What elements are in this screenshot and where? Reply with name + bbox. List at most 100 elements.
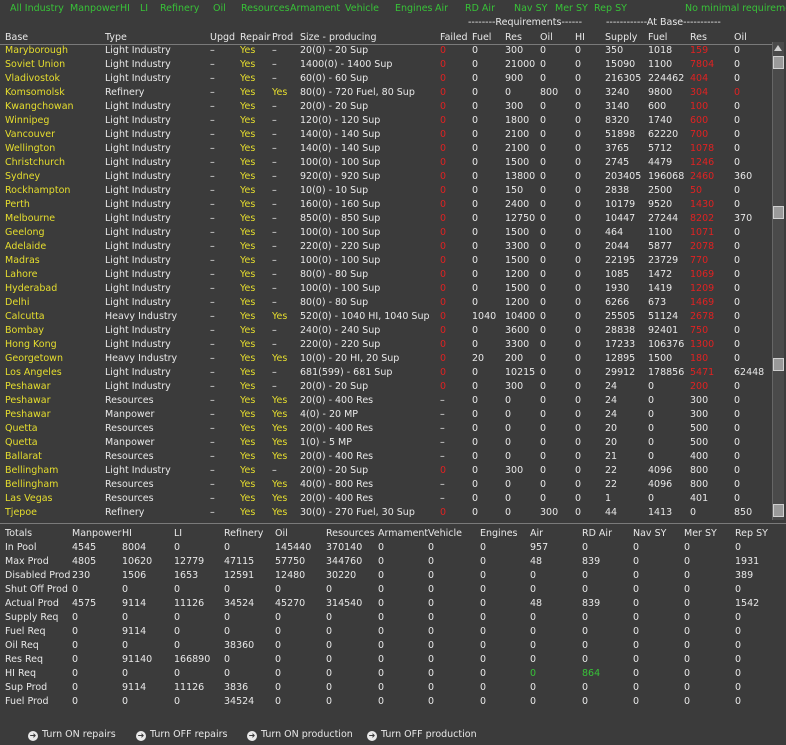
- table-row[interactable]: Hong Kong Light Industry – Yes – 220(0) - 220…: [0, 339, 772, 353]
- scroll-thumb-low[interactable]: [773, 358, 784, 371]
- cell-base[interactable]: Wellington: [5, 143, 55, 154]
- column-header-oil[interactable]: Oil: [734, 32, 747, 43]
- table-row[interactable]: Las Vegas Resources – Yes Yes 20(0) - 400 Res…: [0, 493, 772, 507]
- cell-base[interactable]: Hong Kong: [5, 339, 57, 350]
- filter-rd-air[interactable]: RD Air: [465, 3, 495, 14]
- cell-base[interactable]: Geelong: [5, 227, 45, 238]
- table-row[interactable]: Soviet Union Light Industry – Yes – 1400(0) -…: [0, 59, 772, 73]
- cell-base[interactable]: Adelaide: [5, 241, 46, 252]
- table-row[interactable]: Perth Light Industry – Yes – 160(0) - 160 Sup…: [0, 199, 772, 213]
- cell-base[interactable]: Quetta: [5, 437, 38, 448]
- filter-hi[interactable]: HI: [120, 3, 130, 14]
- cell-base[interactable]: Peshawar: [5, 381, 51, 392]
- table-row[interactable]: Hyderabad Light Industry – Yes – 100(0) - 100…: [0, 283, 772, 297]
- filter-resources[interactable]: Resources: [241, 3, 290, 14]
- cell-base[interactable]: Bombay: [5, 325, 44, 336]
- table-row[interactable]: Melbourne Light Industry – Yes – 850(0) - 850…: [0, 213, 772, 227]
- table-row[interactable]: Quetta Manpower – Yes Yes 1(0) - 5 MP – 0 0 0 0 20 0…: [0, 437, 772, 451]
- table-row[interactable]: Ballarat Resources – Yes Yes 20(0) - 400 Res –…: [0, 451, 772, 465]
- cell-base[interactable]: Hyderabad: [5, 283, 57, 294]
- column-header-base[interactable]: Base: [5, 32, 28, 43]
- cell-base[interactable]: Kwangchowan: [5, 101, 74, 112]
- cell-base[interactable]: Ballarat: [5, 451, 42, 462]
- filter-li[interactable]: LI: [140, 3, 148, 14]
- filter-all-industry[interactable]: All Industry: [10, 3, 64, 14]
- table-row[interactable]: Bellingham Resources – Yes Yes 40(0) - 800 Re…: [0, 479, 772, 493]
- table-row[interactable]: Winnipeg Light Industry – Yes – 120(0) - 120 …: [0, 115, 772, 129]
- filter-oil[interactable]: Oil: [213, 3, 226, 14]
- cell-base[interactable]: Delhi: [5, 297, 29, 308]
- column-header-repair[interactable]: Repair: [240, 32, 270, 43]
- table-row[interactable]: Madras Light Industry – Yes – 100(0) - 100 Su…: [0, 255, 772, 269]
- cell-base[interactable]: Perth: [5, 199, 30, 210]
- footer-button-turn-on-production[interactable]: ➜ Turn ON production: [247, 729, 353, 741]
- cell-base[interactable]: Madras: [5, 255, 40, 266]
- table-row[interactable]: Tjepoe Refinery – Yes Yes 30(0) - 270 Fuel, 3…: [0, 507, 772, 521]
- scroll-thumb-mid[interactable]: [773, 206, 784, 219]
- column-header-supply[interactable]: Supply: [605, 32, 637, 43]
- cell-base[interactable]: Peshawar: [5, 395, 51, 406]
- table-row[interactable]: Lahore Light Industry – Yes – 80(0) - 80 Sup 0…: [0, 269, 772, 283]
- table-row[interactable]: Delhi Light Industry – Yes – 80(0) - 80 Sup 0 0…: [0, 297, 772, 311]
- cell-base[interactable]: Komsomolsk: [5, 87, 65, 98]
- column-header-oil[interactable]: Oil: [540, 32, 553, 43]
- scroll-thumb-bottom[interactable]: [773, 504, 784, 517]
- table-row[interactable]: Los Angeles Light Industry – Yes – 681(599) -…: [0, 367, 772, 381]
- table-row[interactable]: Sydney Light Industry – Yes – 920(0) - 920 Su…: [0, 171, 772, 185]
- cell-base[interactable]: Rockhampton: [5, 185, 70, 196]
- table-row[interactable]: Kwangchowan Light Industry – Yes – 20(0) - 20…: [0, 101, 772, 115]
- cell-base[interactable]: Melbourne: [5, 213, 55, 224]
- cell-base[interactable]: Peshawar: [5, 409, 51, 420]
- cell-base[interactable]: Quetta: [5, 423, 38, 434]
- cell-base[interactable]: Bellingham: [5, 479, 58, 490]
- cell-base[interactable]: Sydney: [5, 171, 40, 182]
- table-row[interactable]: Vancouver Light Industry – Yes – 140(0) - 140…: [0, 129, 772, 143]
- cell-base[interactable]: Tjepoe: [5, 507, 37, 518]
- filter-rep-sy[interactable]: Rep SY: [594, 3, 627, 14]
- footer-button-turn-on-repairs[interactable]: ➜ Turn ON repairs: [28, 729, 116, 741]
- cell-base[interactable]: Los Angeles: [5, 367, 62, 378]
- cell-base[interactable]: Bellingham: [5, 465, 58, 476]
- scroll-up-icon[interactable]: [774, 45, 782, 51]
- filter-nav-sy[interactable]: Nav SY: [514, 3, 547, 14]
- table-row[interactable]: Vladivostok Light Industry – Yes – 60(0) - 60…: [0, 73, 772, 87]
- column-header-hi[interactable]: HI: [575, 32, 585, 43]
- filter-manpower[interactable]: Manpower: [70, 3, 119, 14]
- column-header-upgd[interactable]: Upgd: [210, 32, 235, 43]
- cell-base[interactable]: Georgetown: [5, 353, 63, 364]
- column-header-fuel[interactable]: Fuel: [472, 32, 491, 43]
- cell-base[interactable]: Maryborough: [5, 45, 68, 56]
- table-row[interactable]: Adelaide Light Industry – Yes – 220(0) - 220 …: [0, 241, 772, 255]
- filter-armament[interactable]: Armament: [290, 3, 340, 14]
- column-header-res[interactable]: Res: [690, 32, 707, 43]
- table-row[interactable]: Georgetown Heavy Industry – Yes Yes 10(0) - 2…: [0, 353, 772, 367]
- table-row[interactable]: Peshawar Manpower – Yes Yes 4(0) - 20 MP – 0 0 0 0…: [0, 409, 772, 423]
- filter-vehicle[interactable]: Vehicle: [345, 3, 379, 14]
- table-row[interactable]: Quetta Resources – Yes Yes 20(0) - 400 Res – 0 0…: [0, 423, 772, 437]
- table-row[interactable]: Bombay Light Industry – Yes – 240(0) - 240 Su…: [0, 325, 772, 339]
- filter-refinery[interactable]: Refinery: [160, 3, 199, 14]
- footer-button-turn-off-production[interactable]: ➜ Turn OFF production: [367, 729, 477, 741]
- table-row[interactable]: Bellingham Light Industry – Yes – 20(0) - 20 …: [0, 465, 772, 479]
- cell-base[interactable]: Vancouver: [5, 129, 55, 140]
- table-row[interactable]: Maryborough Light Industry – Yes – 20(0) - 20…: [0, 45, 772, 59]
- column-header-fuel[interactable]: Fuel: [648, 32, 667, 43]
- filter-air[interactable]: Air: [435, 3, 448, 14]
- table-row[interactable]: Wellington Light Industry – Yes – 140(0) - 14…: [0, 143, 772, 157]
- cell-base[interactable]: Las Vegas: [5, 493, 53, 504]
- cell-base[interactable]: Soviet Union: [5, 59, 65, 70]
- table-row[interactable]: Geelong Light Industry – Yes – 100(0) - 100 S…: [0, 227, 772, 241]
- table-row[interactable]: Christchurch Light Industry – Yes – 100(0) - …: [0, 157, 772, 171]
- cell-base[interactable]: Lahore: [5, 269, 38, 280]
- filter-no-minimal-requirement[interactable]: No minimal requirement: [685, 3, 786, 14]
- table-row[interactable]: Komsomolsk Refinery – Yes Yes 80(0) - 720 Fue…: [0, 87, 772, 101]
- column-header-failed[interactable]: Failed: [440, 32, 468, 43]
- cell-base[interactable]: Christchurch: [5, 157, 65, 168]
- cell-base[interactable]: Vladivostok: [5, 73, 60, 84]
- table-row[interactable]: Peshawar Resources – Yes Yes 20(0) - 400 Res –…: [0, 395, 772, 409]
- scroll-thumb-top[interactable]: [773, 56, 784, 69]
- footer-button-turn-off-repairs[interactable]: ➜ Turn OFF repairs: [136, 729, 227, 741]
- vertical-scrollbar[interactable]: [772, 42, 784, 520]
- table-row[interactable]: Calcutta Heavy Industry – Yes Yes 520(0) - 10…: [0, 311, 772, 325]
- filter-mer-sy[interactable]: Mer SY: [555, 3, 588, 14]
